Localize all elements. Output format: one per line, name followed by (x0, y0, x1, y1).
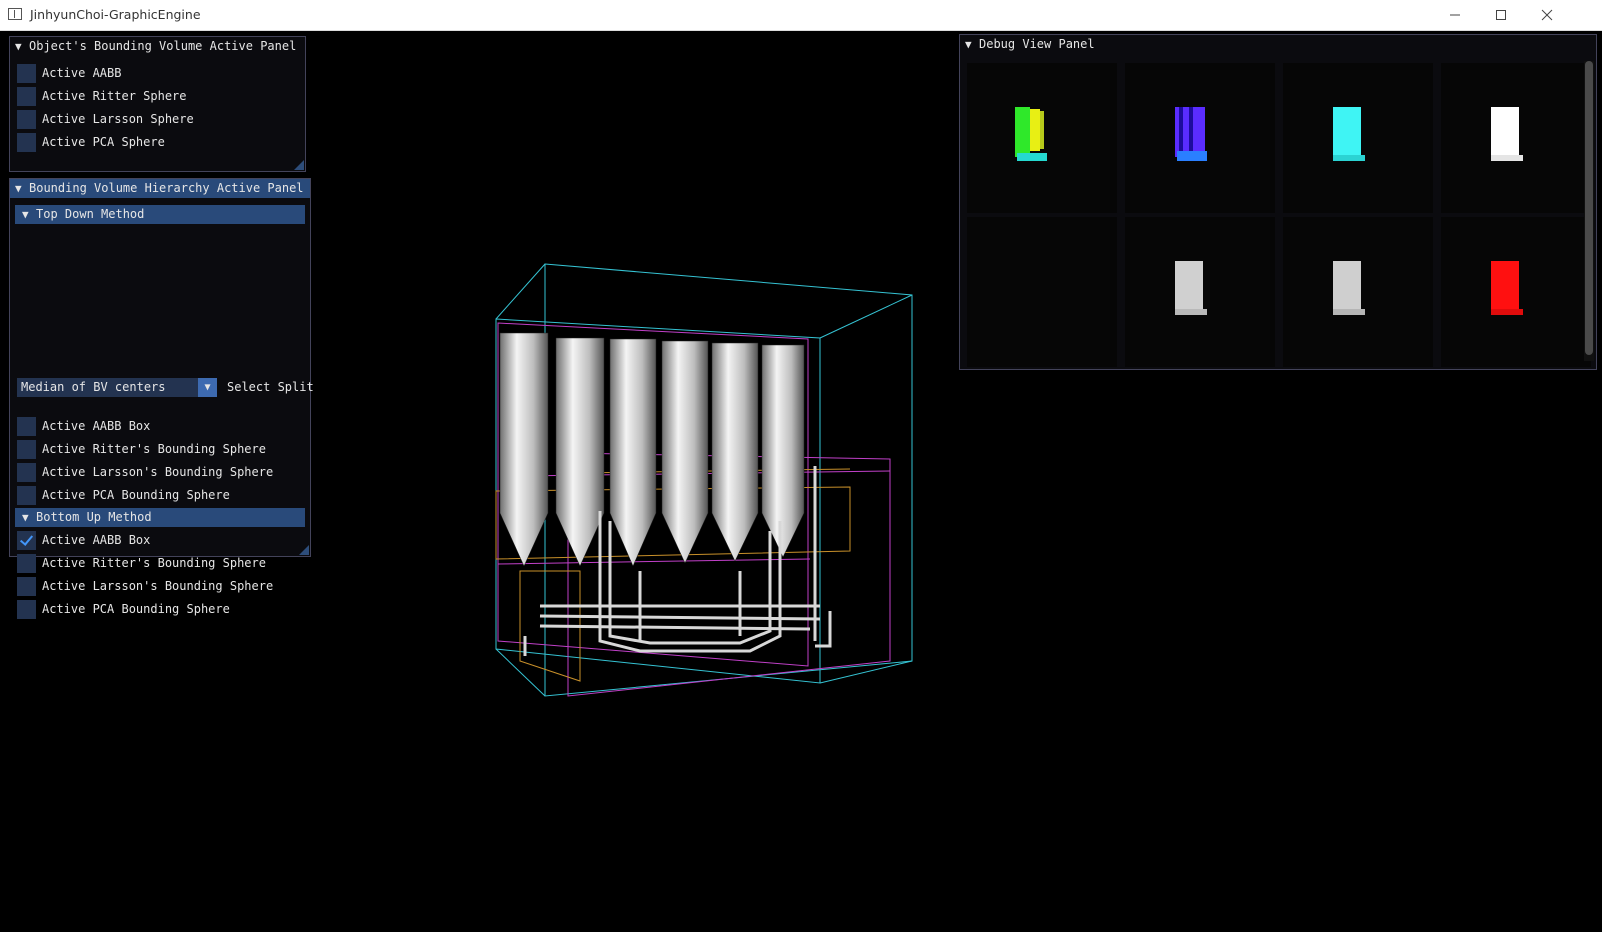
debug-image (1175, 261, 1207, 315)
checkbox-label: Active PCA Sphere (42, 135, 165, 149)
checkbox-bu-larsson[interactable]: Active Larsson's Bounding Sphere (17, 576, 273, 596)
bvh-panel[interactable]: ▼ Bounding Volume Hierarchy Active Panel … (9, 178, 314, 619)
checkbox-label: Active Larsson's Bounding Sphere (42, 579, 274, 593)
debug-image (1491, 261, 1523, 315)
panel-title: Bounding Volume Hierarchy Active Panel (29, 181, 304, 195)
debug-tile-6 (1125, 217, 1275, 367)
checkbox-box[interactable] (17, 576, 36, 596)
minimize-button[interactable] (1432, 0, 1478, 30)
checkbox-box[interactable] (17, 416, 36, 436)
checkbox-box[interactable] (17, 86, 36, 106)
checkbox-box[interactable] (17, 132, 36, 152)
debug-tile-7 (1283, 217, 1433, 367)
checkbox-label: Active PCA Bounding Sphere (42, 602, 230, 616)
render-viewport[interactable]: ▼ Object's Bounding Volume Active Panel A… (0, 31, 1602, 932)
triangle-down-icon[interactable]: ▼ (965, 35, 979, 54)
scene-render (495, 263, 913, 697)
debug-tile-8 (1441, 217, 1591, 367)
checkbox-td-pca[interactable]: Active PCA Bounding Sphere (17, 485, 230, 505)
debug-tile-1 (967, 63, 1117, 213)
checkbox-label: Active Ritter's Bounding Sphere (42, 556, 266, 570)
checkbox-label: Active AABB Box (42, 419, 151, 433)
object-bv-panel-header[interactable]: ▼ Object's Bounding Volume Active Panel (10, 37, 305, 56)
checkbox-box[interactable] (17, 485, 36, 505)
debug-view-panel[interactable]: ▼ Debug View Panel (959, 34, 1597, 370)
silos (499, 332, 805, 567)
debug-tiles (967, 63, 1591, 367)
panel-title: Debug View Panel (979, 37, 1095, 51)
resize-grip[interactable] (299, 545, 309, 555)
checkbox-label: Active Ritter's Bounding Sphere (42, 442, 266, 456)
debug-image (1015, 107, 1047, 161)
checkbox-label: Active AABB Box (42, 533, 151, 547)
checkbox-box[interactable] (17, 439, 36, 459)
close-icon (1541, 9, 1553, 21)
dropdown-value: Median of BV centers (21, 380, 166, 394)
object-bv-panel[interactable]: ▼ Object's Bounding Volume Active Panel A… (9, 36, 306, 172)
checkbox-bu-aabb[interactable]: Active AABB Box (17, 530, 150, 550)
split-label: Select Split (227, 380, 314, 394)
debug-image (1333, 107, 1365, 161)
checkbox-object-aabb[interactable]: Active AABB (17, 63, 121, 83)
checkbox-td-larsson[interactable]: Active Larsson's Bounding Sphere (17, 462, 273, 482)
triangle-down-icon[interactable]: ▼ (22, 508, 36, 527)
checkbox-bu-pca[interactable]: Active PCA Bounding Sphere (17, 599, 230, 619)
section-title: Bottom Up Method (36, 510, 152, 524)
triangle-down-icon[interactable]: ▼ (15, 37, 29, 56)
checkbox-td-ritter[interactable]: Active Ritter's Bounding Sphere (17, 439, 266, 459)
checkbox-label: Active AABB (42, 66, 122, 80)
debug-image (1491, 107, 1523, 161)
section-bottom-up[interactable]: ▼ Bottom Up Method (15, 508, 305, 527)
checkbox-box[interactable] (17, 553, 36, 573)
checkbox-box[interactable] (17, 599, 36, 619)
debug-panel-header[interactable]: ▼ Debug View Panel (960, 35, 1596, 54)
debug-tile-5 (967, 217, 1117, 367)
checkbox-label: Active Ritter Sphere (42, 89, 187, 103)
split-method-dropdown[interactable]: Median of BV centers ▼ (17, 378, 217, 397)
maximize-icon (1496, 10, 1506, 20)
checkbox-object-pca[interactable]: Active PCA Sphere (17, 132, 165, 152)
title-bar: JinhyunChoi-GraphicEngine (0, 0, 1602, 31)
checkbox-label: Active Larsson Sphere (42, 112, 194, 126)
resize-grip[interactable] (294, 160, 304, 170)
checkbox-object-ritter[interactable]: Active Ritter Sphere (17, 86, 187, 106)
debug-panel-scrollbar[interactable] (1584, 61, 1594, 361)
checkbox-object-larsson[interactable]: Active Larsson Sphere (17, 109, 194, 129)
checkbox-box[interactable] (17, 63, 36, 83)
checkbox-td-aabb[interactable]: Active AABB Box (17, 416, 150, 436)
scrollbar-thumb[interactable] (1585, 61, 1593, 355)
debug-image (1175, 107, 1207, 161)
panel-title: Object's Bounding Volume Active Panel (29, 39, 297, 53)
triangle-down-icon[interactable]: ▼ (15, 179, 29, 198)
minimize-icon (1450, 14, 1460, 16)
checkbox-label: Active Larsson's Bounding Sphere (42, 465, 274, 479)
bvh-panel-header[interactable]: ▼ Bounding Volume Hierarchy Active Panel (10, 179, 310, 198)
checkbox-box[interactable] (17, 462, 36, 482)
checkbox-box-checked[interactable] (17, 530, 36, 550)
app-icon (8, 8, 22, 20)
triangle-down-icon[interactable]: ▼ (22, 205, 36, 224)
checkbox-box[interactable] (17, 109, 36, 129)
close-button[interactable] (1524, 0, 1570, 30)
chevron-down-icon[interactable]: ▼ (198, 378, 217, 397)
section-title: Top Down Method (36, 207, 145, 221)
checkbox-label: Active PCA Bounding Sphere (42, 488, 230, 502)
section-top-down[interactable]: ▼ Top Down Method (15, 205, 305, 224)
maximize-button[interactable] (1478, 0, 1524, 30)
debug-image (1333, 261, 1365, 315)
debug-tile-4 (1441, 63, 1591, 213)
debug-tile-3 (1283, 63, 1433, 213)
window-title: JinhyunChoi-GraphicEngine (30, 7, 201, 22)
debug-tile-2 (1125, 63, 1275, 213)
checkbox-bu-ritter[interactable]: Active Ritter's Bounding Sphere (17, 553, 266, 573)
